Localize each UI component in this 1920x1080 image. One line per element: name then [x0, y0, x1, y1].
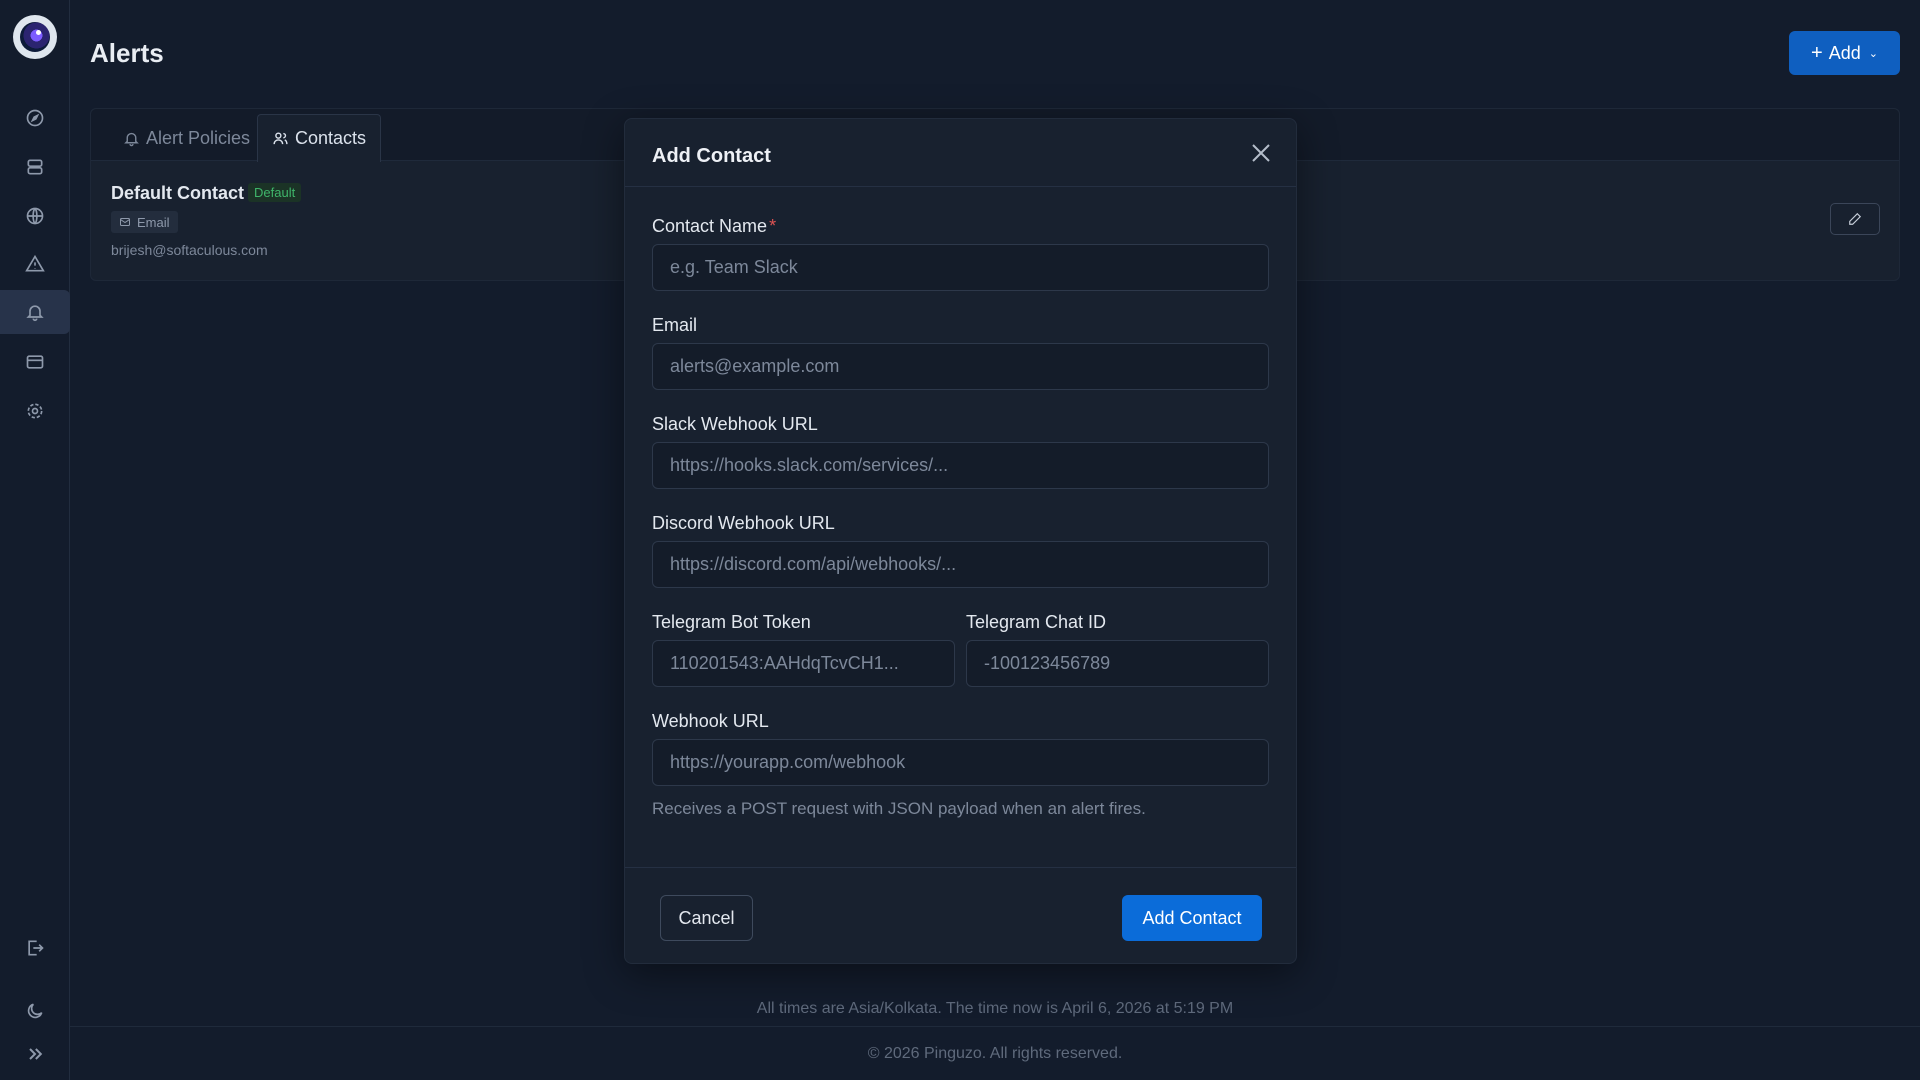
- channel-chip: Email: [111, 211, 178, 233]
- add-contact-modal: Add Contact Contact Name* Email Slack We…: [624, 118, 1297, 964]
- webhook-url-label: Webhook URL: [652, 711, 769, 731]
- discord-webhook-input[interactable]: [652, 541, 1269, 588]
- users-icon: [273, 132, 288, 145]
- timezone-note: All times are Asia/Kolkata. The time now…: [756, 1000, 1234, 1017]
- edit-contact-button[interactable]: [1830, 203, 1880, 235]
- contact-name: Default Contact: [111, 183, 245, 203]
- warning-icon: [25, 254, 45, 272]
- pencil-icon: [1849, 212, 1862, 225]
- webhook-hint: Receives a POST request with JSON payloa…: [652, 799, 1146, 818]
- required-mark: *: [769, 216, 777, 236]
- mail-icon: [120, 218, 130, 226]
- credit-card-icon: [26, 355, 44, 369]
- modal-title: Add Contact: [652, 145, 771, 167]
- telegram-token-label: Telegram Bot Token: [652, 612, 811, 632]
- slack-webhook-label: Slack Webhook URL: [652, 414, 818, 434]
- close-icon[interactable]: [1249, 141, 1273, 165]
- webhook-url-input[interactable]: [652, 739, 1269, 786]
- modal-footer: Cancel Add Contact: [625, 867, 1296, 965]
- eye-logo-icon: [20, 22, 50, 52]
- logo[interactable]: [13, 15, 57, 59]
- sidebar-item-dashboard[interactable]: [0, 96, 70, 140]
- footer: © 2026 Pinguzo. All rights reserved.: [70, 1026, 1920, 1080]
- chevron-down-icon: ⌄: [1868, 47, 1878, 60]
- add-button-label: Add: [1828, 42, 1861, 63]
- tab-alert-policies[interactable]: Alert Policies: [109, 114, 264, 162]
- globe-icon: [26, 207, 44, 225]
- email-field[interactable]: [652, 343, 1269, 390]
- sidebar-item-settings[interactable]: [0, 389, 70, 433]
- sidebar-item-alerts[interactable]: [0, 290, 70, 334]
- telegram-chat-label: Telegram Chat ID: [966, 612, 1107, 632]
- sidebar-item-billing[interactable]: [0, 340, 70, 384]
- contact-name-label-text: Contact Name: [652, 216, 768, 236]
- page-title: Alerts: [90, 38, 164, 68]
- sidebar: [0, 0, 70, 1080]
- chevrons-right-icon: [29, 1048, 43, 1060]
- add-dropdown-button[interactable]: + Add ⌄: [1789, 31, 1900, 75]
- plus-icon: +: [1811, 41, 1823, 64]
- telegram-chat-input[interactable]: [966, 640, 1269, 687]
- theme-toggle[interactable]: [0, 989, 70, 1033]
- default-badge: Default: [248, 183, 302, 202]
- slack-webhook-input[interactable]: [652, 442, 1269, 489]
- contact-name-label: Contact Name *: [652, 216, 776, 237]
- sidebar-expand-button[interactable]: [0, 1032, 70, 1076]
- add-contact-button[interactable]: Add Contact: [1122, 895, 1262, 941]
- compass-icon: [26, 109, 44, 127]
- server-icon: [27, 159, 43, 175]
- moon-icon: [27, 1003, 43, 1019]
- tab-label: Alert Policies: [146, 127, 251, 148]
- sidebar-item-servers[interactable]: [0, 145, 70, 189]
- bell-icon: [124, 132, 139, 146]
- sidebar-item-websites[interactable]: [0, 194, 70, 238]
- channel-label: Email: [137, 214, 170, 230]
- sidebar-item-incidents[interactable]: [0, 242, 70, 286]
- logout-icon: [28, 940, 44, 956]
- modal-header: Add Contact: [625, 119, 1296, 187]
- telegram-token-input[interactable]: [652, 640, 955, 687]
- tab-label: Contacts: [295, 128, 367, 148]
- email-label: Email: [652, 315, 698, 335]
- contact-name-input[interactable]: [652, 244, 1269, 291]
- copyright: © 2026 Pinguzo. All rights reserved.: [867, 1044, 1123, 1062]
- bell-icon: [26, 305, 44, 322]
- tab-contacts[interactable]: Contacts: [257, 114, 382, 162]
- logout-button[interactable]: [0, 926, 70, 970]
- contact-email: brijesh@softaculous.com: [111, 242, 268, 258]
- discord-webhook-label: Discord Webhook URL: [652, 513, 835, 533]
- gear-icon: [27, 403, 43, 419]
- cancel-button[interactable]: Cancel: [660, 895, 753, 941]
